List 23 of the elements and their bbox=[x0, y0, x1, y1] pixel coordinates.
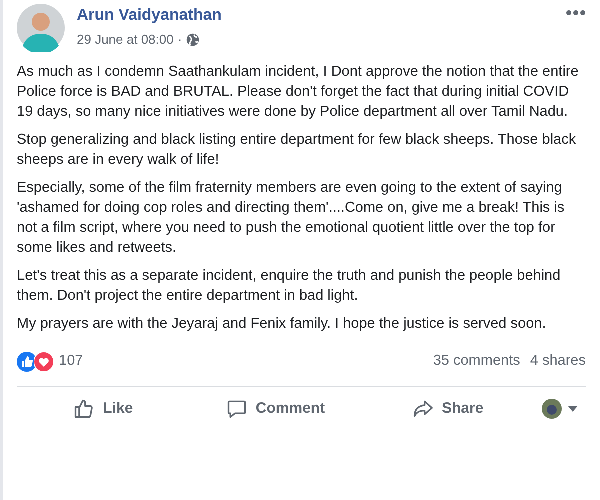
post-timestamp[interactable]: 29 June at 08:00 bbox=[77, 30, 174, 50]
comment-button[interactable]: Comment bbox=[189, 392, 362, 426]
avatar[interactable] bbox=[17, 4, 65, 52]
separator-dot: · bbox=[178, 31, 182, 49]
globe-icon bbox=[186, 32, 200, 47]
heart-reaction-icon bbox=[34, 352, 54, 372]
speech-bubble-icon bbox=[226, 398, 248, 420]
share-arrow-icon bbox=[412, 398, 434, 420]
author-name[interactable]: Arun Vaidyanathan bbox=[77, 6, 222, 26]
post-paragraph: As much as I condemn Saathankulam incident, I Dont approve the notion that the entire Police force is BAD and BRUTAL. Please don't forget the fact that during initial COVID 19 days, so many nice initiatives were done by Police department all over Tamil Nadu. bbox=[17, 63, 580, 122]
profile-avatar-icon bbox=[542, 399, 562, 419]
post-paragraph: Especially, some of the film fraternity members are even going to the extent of saying 'ashamed for doing cop roles and directing them'....Come on, give me a break! This is not a film script, where you need to push the emotional quotient little over the top for some likes and retweets. bbox=[17, 179, 566, 258]
reaction-count[interactable]: 107 bbox=[59, 351, 84, 373]
more-options-icon[interactable] bbox=[566, 10, 586, 16]
share-button[interactable]: Share bbox=[362, 392, 534, 426]
comment-count[interactable]: 35 comments bbox=[433, 351, 520, 373]
post-paragraph: My prayers are with the Jeyaraj and Fenix family. I hope the justice is served soon. bbox=[17, 315, 548, 334]
post-paragraph: Stop generalizing and black listing entire department for few black sheeps. Those black sheeps are in every walk of life! bbox=[17, 131, 578, 170]
share-count[interactable]: 4 shares bbox=[530, 351, 586, 373]
caret-icon bbox=[568, 406, 578, 412]
post-paragraph: Let's treat this as a separate incident, enquire the truth and punish the people behind them. Don't project the entire department in bad light. bbox=[17, 267, 562, 306]
thumbs-up-icon bbox=[73, 398, 96, 420]
like-button[interactable]: Like bbox=[17, 392, 190, 426]
